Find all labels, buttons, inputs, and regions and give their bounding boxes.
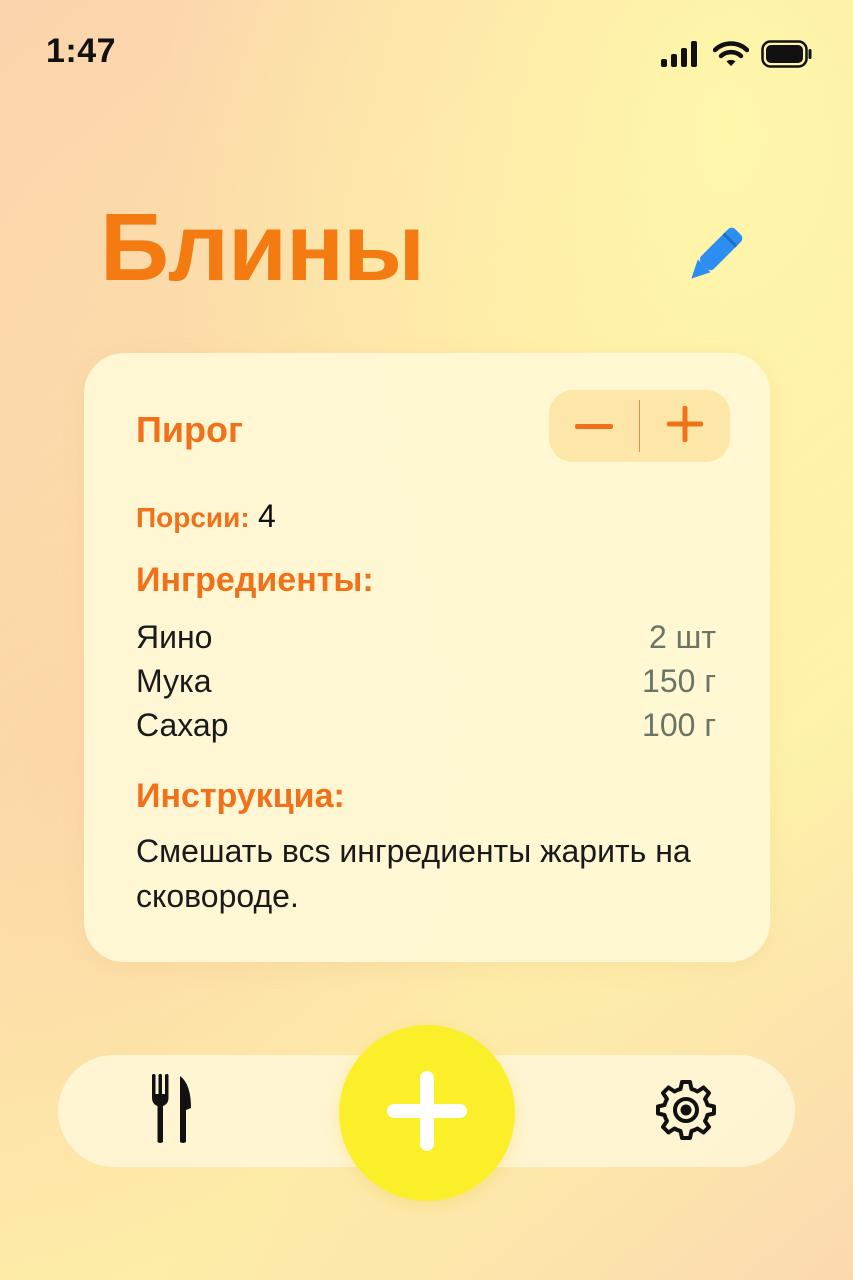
ingredient-row: Сахар 100 г: [136, 703, 716, 747]
wifi-icon: [712, 40, 750, 73]
ingredient-row: Мука 150 г: [136, 659, 716, 703]
plus-icon: [667, 405, 704, 447]
page-title: Блины: [100, 194, 425, 301]
edit-button[interactable]: [676, 220, 752, 296]
ingredient-name: Мука: [136, 662, 212, 699]
ingredient-row: Яино 2 шт: [136, 615, 716, 659]
status-time: 1:47: [46, 32, 117, 70]
plus-icon: [387, 1070, 467, 1156]
ingredient-quantity: 100 г: [642, 706, 716, 743]
recipe-name: Пирог: [136, 409, 243, 450]
ingredient-name: Сахар: [136, 706, 229, 743]
servings-label: Порсии:: [136, 502, 250, 533]
nav-recipes-button[interactable]: [138, 1073, 208, 1149]
recipe-card: Пирог Порсии: 4 Ингредиенты: Яино 2 шт М…: [84, 353, 770, 962]
fork-knife-icon: [151, 1073, 195, 1149]
pencil-icon: [679, 220, 749, 297]
ingredient-quantity: 150 г: [642, 662, 716, 699]
servings-stepper: [549, 390, 730, 462]
decrement-button[interactable]: [549, 390, 639, 462]
add-recipe-button[interactable]: [339, 1025, 515, 1201]
ingredient-name: Яино: [136, 618, 213, 655]
instructions-title: Инструкциа:: [136, 777, 345, 815]
instructions-text: Смешать всs ингредиенты жарить на сковор…: [136, 833, 691, 914]
nav-settings-button[interactable]: [650, 1076, 722, 1148]
minus-icon: [574, 417, 613, 435]
status-icons: [661, 40, 813, 73]
cellular-signal-icon: [661, 41, 701, 72]
ingredients-list: Яино 2 шт Мука 150 г Сахар 100 г: [136, 615, 716, 747]
ingredient-quantity: 2 шт: [648, 618, 716, 655]
servings: Порсии: 4: [136, 498, 276, 535]
gear-icon: [654, 1078, 718, 1147]
battery-icon: [761, 40, 813, 73]
increment-button[interactable]: [640, 390, 730, 462]
ingredients-title: Ингредиенты:: [136, 561, 374, 599]
servings-value: 4: [258, 498, 276, 534]
